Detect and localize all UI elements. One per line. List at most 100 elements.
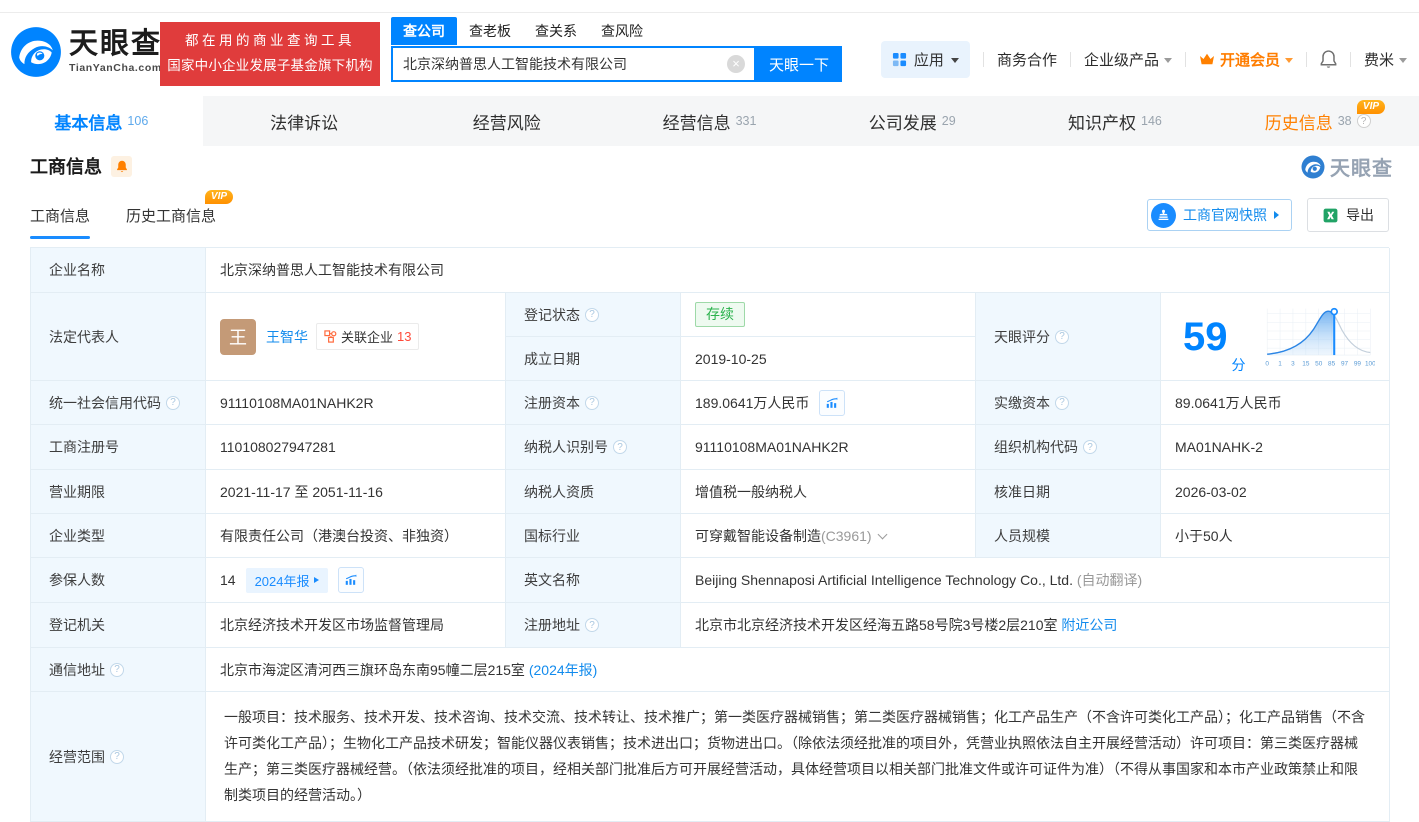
open-membership-menu[interactable]: 开通会员 <box>1199 49 1293 70</box>
industry-code: (C3961) <box>821 527 872 544</box>
tab-label: 法律诉讼 <box>270 113 339 133</box>
field-value-registered-capital: 189.0641万人民币 <box>681 381 976 425</box>
field-label-industry: 国标行业 <box>506 514 681 558</box>
field-value-org-code: MA01NAHK-2 <box>1161 425 1390 470</box>
top-divider <box>0 12 1419 13</box>
tab-intellectual-property[interactable]: 知识产权 146 <box>1014 96 1217 146</box>
excel-icon <box>1323 208 1338 222</box>
tab-company-development[interactable]: 公司发展 29 <box>811 96 1014 146</box>
trend-chart-icon <box>827 396 839 408</box>
search-input[interactable] <box>393 56 727 72</box>
help-icon[interactable]: ? <box>1055 395 1069 410</box>
avatar[interactable]: 王 <box>220 318 256 355</box>
svg-text:50: 50 <box>1315 360 1323 367</box>
nearby-companies-link[interactable]: 附近公司 <box>1061 615 1117 635</box>
related-label: 关联企业 <box>341 330 394 345</box>
crown-icon <box>1199 53 1214 65</box>
field-label-taxpayer-id: 纳税人识别号? <box>506 425 681 470</box>
banner-line2: 国家中小企业发展子基金旗下机构 <box>167 58 373 73</box>
divider <box>1349 51 1351 67</box>
search-tab-risk[interactable]: 查风险 <box>589 17 655 45</box>
user-menu[interactable]: 费米 <box>1364 49 1407 70</box>
help-icon[interactable]: ? <box>110 662 124 677</box>
search-tab-boss[interactable]: 查老板 <box>457 17 523 45</box>
tab-label: 经营信息 <box>662 113 731 133</box>
subtab-business-info[interactable]: 工商信息 <box>30 189 91 239</box>
tab-basic-info[interactable]: 基本信息 106 <box>0 96 203 146</box>
field-label-approval-date: 核准日期 <box>976 470 1161 514</box>
help-icon[interactable]: ? <box>585 618 599 632</box>
tab-history-info[interactable]: VIP 历史信息 38 ? <box>1216 96 1419 146</box>
registration-subtabs: 工商信息 VIP 历史工商信息 <box>30 189 234 239</box>
help-icon[interactable]: ? <box>585 395 599 410</box>
clear-icon[interactable]: × <box>727 55 745 73</box>
field-value-taxpayer-quality: 增值税一般纳税人 <box>681 470 976 514</box>
search-button[interactable]: 天眼一下 <box>756 46 842 82</box>
insured-trend-button[interactable] <box>337 567 364 593</box>
field-value-tyc-score: 59 分 0 1 3 15 50 85 97 99 100 <box>1161 293 1390 381</box>
field-value-english-name: Beijing Shennaposi Artificial Intelligen… <box>681 558 1390 603</box>
field-value-approval-date: 2026-03-02 <box>1161 470 1390 514</box>
chevron-down-icon <box>1163 57 1172 63</box>
trend-chart-icon <box>345 574 357 585</box>
chevron-down-icon[interactable] <box>877 529 888 539</box>
legal-representative-link[interactable]: 王智华 <box>266 327 308 347</box>
chevron-down-icon <box>1399 57 1407 63</box>
field-label-business-term: 营业期限 <box>31 470 206 514</box>
apps-menu[interactable]: 应用 <box>880 40 970 78</box>
svg-text:15: 15 <box>1302 360 1310 367</box>
help-icon[interactable]: ? <box>110 749 124 764</box>
business-cooperation-link[interactable]: 商务合作 <box>997 49 1057 70</box>
export-label: 导出 <box>1346 207 1374 223</box>
subtab-history-business-info[interactable]: VIP 历史工商信息 <box>126 189 234 239</box>
help-icon[interactable]: ? <box>166 395 180 410</box>
tab-count: 38 <box>1337 114 1352 128</box>
svg-text:3: 3 <box>1291 360 1295 367</box>
vip-badge: VIP <box>1356 100 1386 114</box>
field-value-industry: 可穿戴智能设备制造 (C3961) <box>681 514 976 558</box>
field-label-registered-capital: 注册资本? <box>506 381 681 425</box>
enterprise-products-menu[interactable]: 企业级产品 <box>1084 49 1172 70</box>
field-label-tyc-score: 天眼评分? <box>976 293 1161 381</box>
app-grid-icon <box>892 52 906 66</box>
field-label-company-name: 企业名称 <box>31 248 206 293</box>
search-tab-company[interactable]: 查公司 <box>391 17 457 45</box>
help-icon[interactable]: ? <box>1356 114 1371 128</box>
export-button[interactable]: 导出 <box>1307 198 1389 232</box>
related-companies-badge[interactable]: 关联企业 13 <box>316 323 420 350</box>
notifications-button[interactable] <box>1320 49 1337 69</box>
official-snapshot-button[interactable]: 工商官网快照 <box>1147 199 1292 231</box>
snapshot-label: 工商官网快照 <box>1183 207 1267 223</box>
tab-operation-info[interactable]: 经营信息 331 <box>608 96 811 146</box>
score-number: 59 <box>1183 314 1228 359</box>
help-icon[interactable]: ? <box>1055 329 1069 344</box>
tab-label: 知识产权 <box>1068 113 1137 133</box>
field-value-mailing-address: 北京市海淀区清河西三旗环岛东南95幢二层215室 (2024年报) <box>206 648 1390 692</box>
capital-trend-button[interactable] <box>819 389 846 416</box>
search-tab-relation[interactable]: 查关系 <box>523 17 589 45</box>
tab-count: 29 <box>941 114 956 128</box>
divider <box>1184 51 1186 67</box>
divider <box>1305 51 1307 67</box>
field-label-insured-count: 参保人数 <box>31 558 206 603</box>
bell-icon <box>1320 49 1337 68</box>
field-value-business-scope: 一般项目：技术服务、技术开发、技术咨询、技术交流、技术转让、技术推广；第一类医疗… <box>206 692 1390 822</box>
field-label-company-type: 企业类型 <box>31 514 206 558</box>
field-label-mailing-address: 通信地址? <box>31 648 206 692</box>
promo-banner: 都在用的商业查询工具 国家中小企业发展子基金旗下机构 <box>160 22 380 86</box>
help-icon[interactable]: ? <box>613 440 627 454</box>
watermark-logo-icon <box>1301 155 1325 178</box>
tab-label: 基本信息 <box>54 113 123 133</box>
subscribe-bell-button[interactable] <box>111 155 132 177</box>
tianyancha-logo[interactable]: 天眼查 TianYanCha.com <box>10 26 162 78</box>
tab-operation-risk[interactable]: 经营风险 <box>405 96 608 146</box>
help-icon[interactable]: ? <box>1083 440 1097 454</box>
annual-report-link[interactable]: (2024年报) <box>529 660 597 680</box>
field-value-paid-capital: 89.0641万人民币 <box>1161 381 1390 425</box>
svg-text:97: 97 <box>1340 360 1348 367</box>
header-right-nav: 应用 商务合作 企业级产品 开通会员 费米 <box>880 40 1407 78</box>
help-icon[interactable]: ? <box>585 307 599 322</box>
tab-legal-proceedings[interactable]: 法律诉讼 <box>203 96 406 146</box>
field-label-registration-status: 登记状态? <box>506 293 681 337</box>
annual-report-badge[interactable]: 2024年报 <box>245 567 328 593</box>
